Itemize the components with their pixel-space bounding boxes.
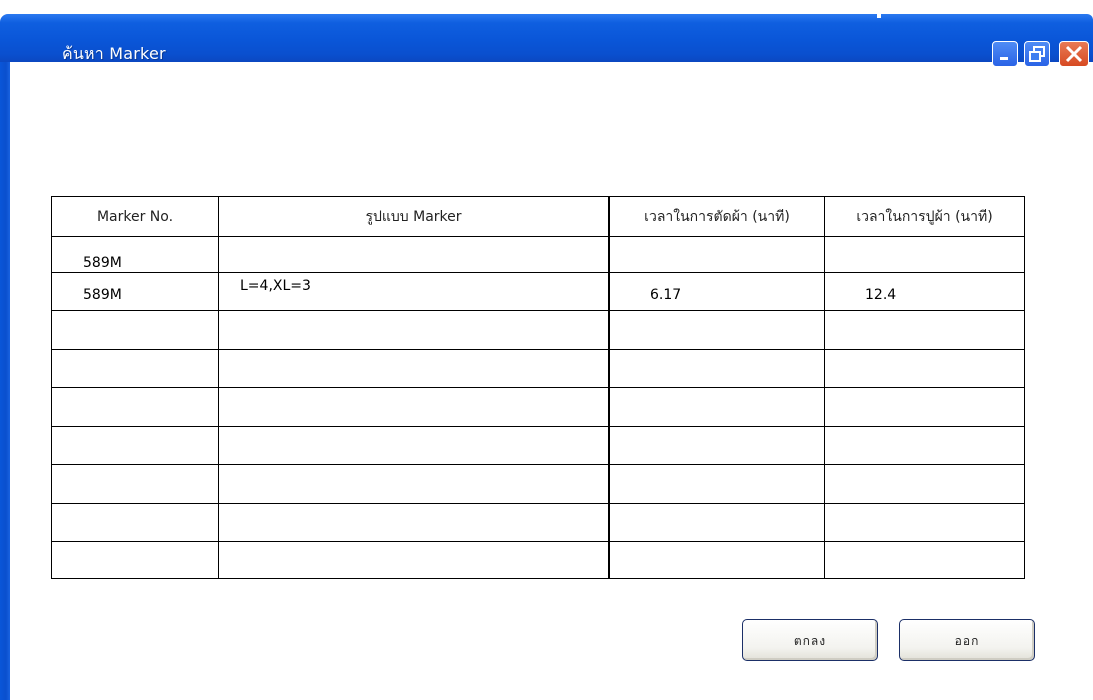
cell-marker-no[interactable]: 589M	[52, 273, 219, 310]
cell-cutting-time[interactable]	[610, 504, 825, 541]
cell-cutting-time[interactable]	[610, 427, 825, 464]
marker-table: Marker No. รูปแบบ Marker เวลาในการตัดผ้า…	[51, 196, 1025, 579]
cell-marker-no[interactable]	[52, 388, 219, 426]
cell-cutting-time[interactable]	[610, 542, 825, 578]
cell-marker-pattern[interactable]	[219, 465, 610, 503]
header-spreading-time: เวลาในการปูผ้า (นาที)	[856, 209, 993, 225]
cell-marker-no[interactable]	[52, 465, 219, 503]
cell-cutting-time[interactable]	[610, 350, 825, 387]
title-bar-notch	[877, 14, 881, 18]
ok-button[interactable]: ตกลง	[742, 619, 878, 661]
cell-marker-pattern[interactable]	[219, 388, 610, 426]
table-row[interactable]	[52, 427, 1024, 465]
cell-marker-pattern[interactable]	[219, 427, 610, 464]
cell-spreading-time[interactable]	[825, 542, 1024, 578]
cell-marker-pattern[interactable]	[219, 311, 610, 349]
table-header-row: Marker No. รูปแบบ Marker เวลาในการตัดผ้า…	[52, 197, 1024, 237]
cell-spreading-time[interactable]	[825, 388, 1024, 426]
cell-marker-pattern[interactable]	[219, 350, 610, 387]
exit-button[interactable]: ออก	[899, 619, 1035, 661]
restore-icon	[1029, 46, 1045, 62]
cell-marker-no[interactable]	[52, 542, 219, 578]
minimize-button[interactable]	[992, 41, 1018, 67]
title-bar[interactable]: ค้นหา Marker	[0, 14, 1093, 67]
table-row[interactable]	[52, 542, 1024, 578]
table-row[interactable]: 589M	[52, 237, 1024, 273]
cell-spreading-time[interactable]	[825, 350, 1024, 387]
header-marker-no: Marker No.	[52, 197, 219, 236]
header-cutting-time: เวลาในการตัดผ้า (นาที)	[610, 197, 825, 236]
table-row[interactable]	[52, 504, 1024, 542]
cell-marker-pattern[interactable]	[219, 237, 610, 272]
cell-cutting-time[interactable]	[610, 311, 825, 349]
cell-marker-no[interactable]	[52, 504, 219, 541]
header-marker-pattern: รูปแบบ Marker	[219, 197, 610, 236]
cell-spreading-time[interactable]	[825, 465, 1024, 503]
minimize-icon	[1000, 57, 1008, 60]
cell-marker-pattern[interactable]	[219, 542, 610, 578]
cell-spreading-time[interactable]	[825, 237, 1024, 272]
cell-cutting-time[interactable]	[610, 237, 825, 272]
search-marker-window: ค้นหา Marker Marker No. รูปแบบ Marker เว…	[0, 0, 1093, 700]
cell-marker-no[interactable]	[52, 427, 219, 464]
close-button[interactable]	[1059, 41, 1089, 67]
cell-marker-no[interactable]: 589M	[52, 237, 219, 272]
window-left-border	[0, 62, 10, 700]
table-row[interactable]	[52, 311, 1024, 350]
restore-button[interactable]	[1024, 41, 1050, 67]
cell-spreading-time[interactable]: 12.4	[825, 273, 1024, 310]
cell-spreading-time[interactable]	[825, 504, 1024, 541]
cell-cutting-time[interactable]: 6.17	[610, 273, 825, 310]
close-icon	[1065, 45, 1083, 63]
cell-cutting-time[interactable]	[610, 388, 825, 426]
cell-spreading-time[interactable]	[825, 427, 1024, 464]
table-row[interactable]	[52, 465, 1024, 504]
cell-marker-pattern[interactable]	[219, 504, 610, 541]
table-row[interactable]	[52, 350, 1024, 388]
table-row[interactable]: 589M L=4,XL=3 6.17 12.4	[52, 273, 1024, 311]
cell-spreading-time[interactable]	[825, 311, 1024, 349]
table-row[interactable]	[52, 388, 1024, 427]
cell-marker-no[interactable]	[52, 311, 219, 349]
cell-marker-pattern[interactable]: L=4,XL=3	[219, 273, 610, 310]
window-title: ค้นหา Marker	[62, 44, 166, 63]
cell-marker-no[interactable]	[52, 350, 219, 387]
cell-cutting-time[interactable]	[610, 465, 825, 503]
